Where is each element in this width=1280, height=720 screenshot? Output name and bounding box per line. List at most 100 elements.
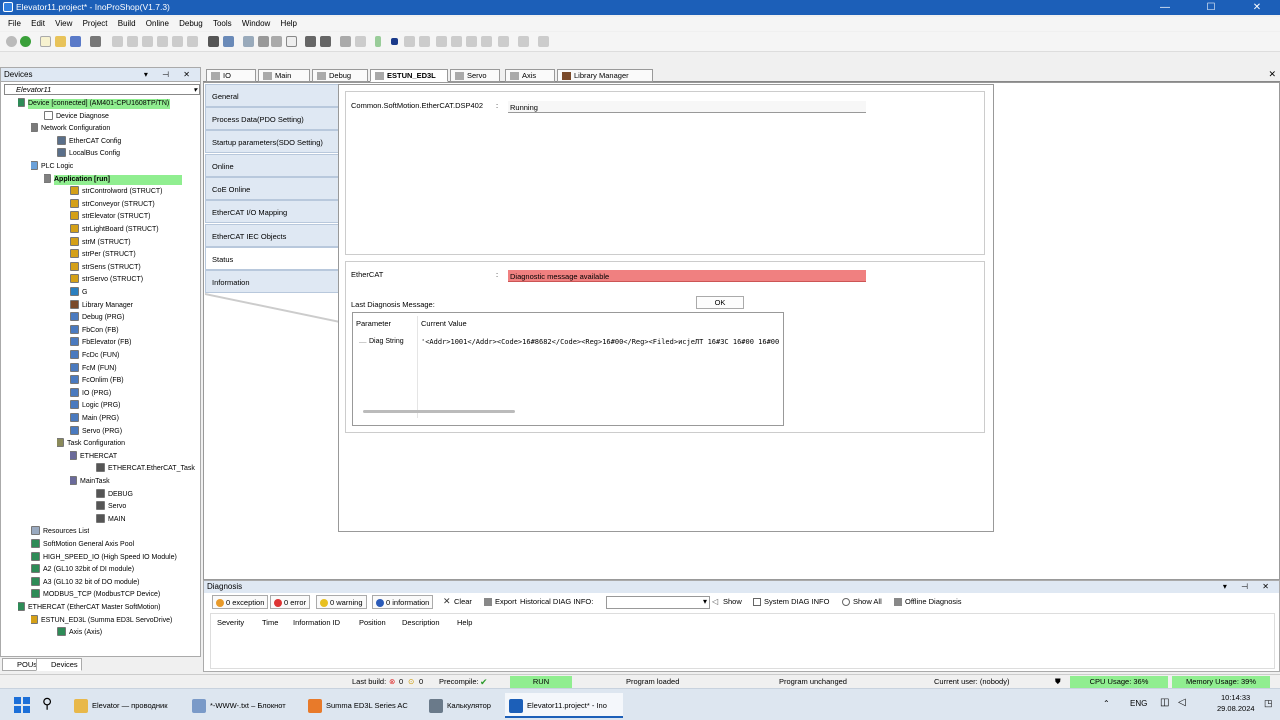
side-tab-information[interactable]: Information [205, 270, 340, 293]
clear-button[interactable]: ✕ Clear [443, 597, 472, 607]
system-diag-checkbox[interactable]: System DIAG INFO [753, 597, 829, 606]
menu-project[interactable]: Project [83, 19, 108, 28]
notification-icon[interactable]: ◳ [1264, 698, 1273, 709]
tree-item[interactable]: −ETHERCAT [70, 450, 117, 463]
tree-item[interactable]: Main (PRG) [70, 413, 119, 425]
taskbar-app[interactable]: Elevator — проводник [70, 693, 182, 718]
undo-icon[interactable] [112, 36, 123, 47]
tree-item[interactable]: −Network Configuration [31, 123, 110, 135]
tree-item[interactable]: FcDc (FUN) [70, 350, 119, 362]
side-tab-io-mapping[interactable]: EtherCAT I/O Mapping [205, 200, 340, 223]
login-icon[interactable] [340, 36, 351, 47]
tree-item[interactable]: −PLC Logic [31, 161, 73, 173]
build-icon[interactable] [305, 36, 316, 47]
menu-tools[interactable]: Tools [213, 19, 232, 28]
side-tab-coe-online[interactable]: CoE Online [205, 177, 340, 200]
tree-item[interactable]: Servo [96, 501, 126, 513]
stop-icon[interactable] [391, 38, 398, 45]
tree-item[interactable]: −ETHERCAT (EtherCAT Master SoftMotion) [18, 602, 161, 614]
unforce-values-icon[interactable] [538, 36, 549, 47]
menu-view[interactable]: View [55, 19, 72, 28]
write-values-icon[interactable] [498, 36, 509, 47]
minimize-button[interactable]: — [1142, 0, 1188, 15]
tree-item[interactable]: strConveyor (STRUCT) [70, 198, 155, 211]
side-tab-general[interactable]: General [205, 84, 340, 107]
select-all-icon[interactable] [243, 36, 254, 47]
tree-item[interactable]: G [70, 287, 87, 299]
step-out-icon[interactable] [466, 36, 477, 47]
column-time[interactable]: Time [262, 618, 278, 627]
start-icon[interactable] [375, 36, 381, 47]
warning-filter-button[interactable]: 0 warning [316, 595, 367, 609]
tree-item[interactable]: strPer (STRUCT) [70, 249, 136, 261]
ok-button[interactable]: OK [696, 296, 744, 309]
taskbar-app[interactable]: *-WWW-.txt – Блокнот [188, 693, 298, 718]
tree-item[interactable]: strLightBoard (STRUCT) [70, 224, 159, 236]
error-filter-button[interactable]: 0 error [270, 595, 311, 609]
tree-item[interactable]: Logic (PRG) [70, 400, 121, 412]
side-tab-online[interactable]: Online [205, 154, 340, 177]
project-selector[interactable]: Elevator11 ▾ [4, 84, 200, 95]
information-filter-button[interactable]: 0 information [372, 595, 434, 609]
open-folder-icon[interactable] [55, 36, 66, 47]
clock-date[interactable]: 29.08.2024 [1217, 704, 1255, 713]
delete-icon[interactable] [187, 36, 198, 47]
tree-item[interactable]: −MainTask [70, 476, 110, 488]
tab-estun-ed3l[interactable]: ESTUN_ED3L [370, 69, 448, 82]
tree-item[interactable]: FcM (FUN) [70, 362, 117, 375]
side-tab-status[interactable]: Status [205, 247, 340, 270]
bookmark-next-icon[interactable] [271, 36, 282, 47]
tab-devices[interactable]: Devices [36, 658, 82, 671]
tree-item[interactable]: MAIN [96, 513, 126, 526]
menu-debug[interactable]: Debug [179, 19, 203, 28]
offline-diagnosis-button[interactable]: Offline Diagnosis [894, 597, 962, 606]
column-description[interactable]: Description [402, 618, 440, 627]
history-select[interactable]: ▾ [606, 596, 710, 609]
tree-item[interactable]: strSens (STRUCT) [70, 261, 141, 274]
side-tab-process-data[interactable]: Process Data(PDO Setting) [205, 107, 340, 130]
search-icon[interactable]: ⚲ [42, 695, 52, 712]
export-button[interactable]: Export [484, 597, 517, 606]
taskbar-app[interactable]: Калькулятор [425, 693, 501, 718]
cut-icon[interactable] [142, 36, 153, 47]
tree-item[interactable]: −Application [run] [44, 173, 182, 186]
copy-icon[interactable] [157, 36, 168, 47]
tab-servo[interactable]: Servo [450, 69, 500, 82]
run-to-cursor-icon[interactable] [481, 36, 492, 47]
show-button[interactable]: ◁ Show [712, 597, 742, 606]
replace-icon[interactable] [223, 36, 234, 47]
tree-item[interactable]: LocalBus Config [57, 148, 120, 160]
show-all-button[interactable]: Show All [842, 597, 882, 606]
tree-item[interactable]: DEBUG [96, 488, 133, 501]
table-cell-value[interactable]: '<Addr>1001</Addr><Code>16#8682</Code><R… [421, 338, 781, 346]
tree-item[interactable]: Device Diagnose [44, 110, 109, 123]
diagnosis-header-controls[interactable]: ▾ ⊣ ✕ [1223, 582, 1275, 591]
tree-item[interactable]: ETHERCAT.EtherCAT_Task [96, 463, 195, 475]
forward-icon[interactable] [20, 36, 31, 47]
tree-item[interactable]: MODBUS_TCP (ModbusTCP Device) [31, 589, 160, 601]
redo-icon[interactable] [127, 36, 138, 47]
tab-axis[interactable]: Axis [505, 69, 555, 82]
tree-item[interactable]: −ESTUN_ED3L (Summa ED3L ServoDrive) [31, 614, 172, 627]
column-severity[interactable]: Severity [217, 618, 244, 627]
tab-library-manager[interactable]: Library Manager [557, 69, 653, 82]
tab-debug[interactable]: Debug [312, 69, 368, 82]
tree-item[interactable]: −Device [connected] (AM401-CPU1608TP/TN) [18, 98, 170, 110]
paste-icon[interactable] [172, 36, 183, 47]
force-values-icon[interactable] [518, 36, 529, 47]
back-icon[interactable] [6, 36, 17, 47]
tree-item[interactable]: EtherCAT Config [57, 135, 121, 148]
network-icon[interactable]: ◫ [1160, 697, 1169, 708]
menu-help[interactable]: Help [281, 19, 297, 28]
tree-item[interactable]: A2 (GL10 32bit of DI module) [31, 564, 134, 576]
horizontal-scrollbar[interactable] [363, 410, 515, 413]
menu-file[interactable]: File [8, 19, 21, 28]
step-into-icon[interactable] [451, 36, 462, 47]
tab-io[interactable]: IO [206, 69, 256, 82]
language-indicator[interactable]: ENG [1130, 699, 1147, 708]
tab-main[interactable]: Main [258, 69, 310, 82]
volume-icon[interactable]: ◁ [1178, 697, 1186, 708]
reset-icon[interactable] [404, 36, 415, 47]
column-help[interactable]: Help [457, 618, 472, 627]
print-icon[interactable] [90, 36, 101, 47]
